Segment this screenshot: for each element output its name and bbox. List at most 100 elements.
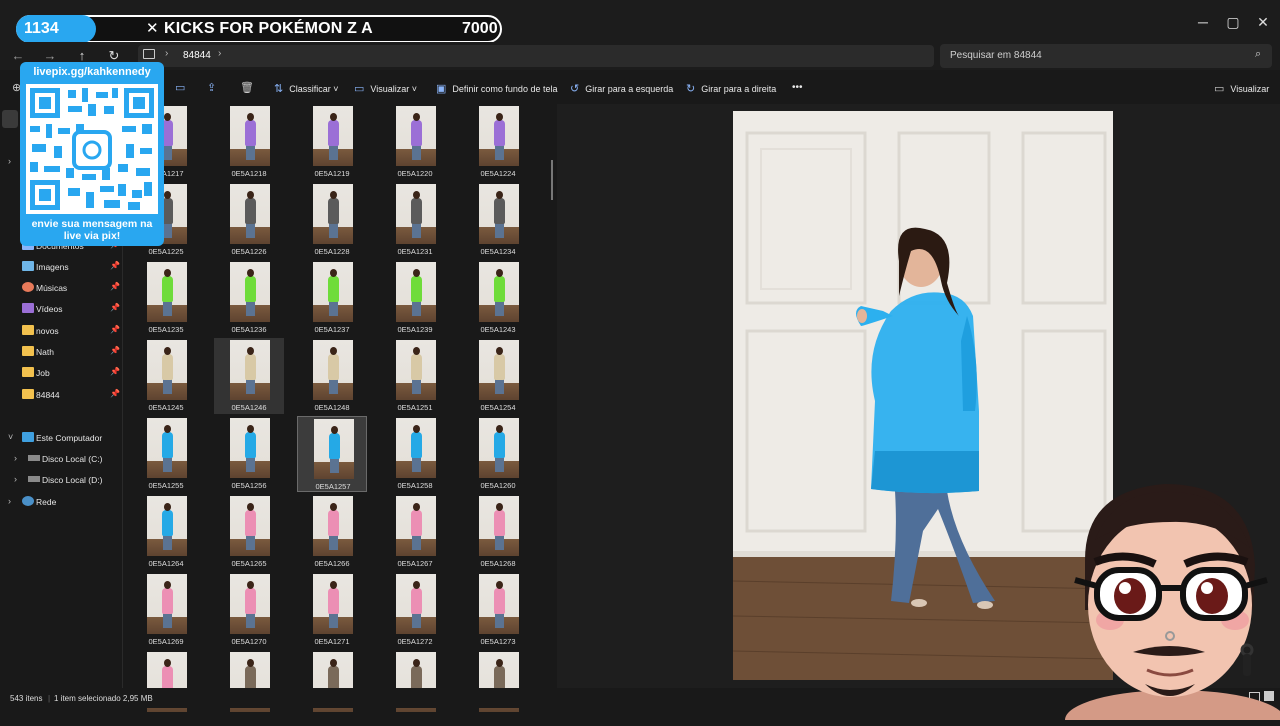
trash-icon[interactable]: 🗑 (240, 81, 254, 94)
set-wallpaper-button[interactable]: ▣ Definir como fundo de tela (436, 82, 557, 95)
pin-icon: 📌 (110, 261, 120, 270)
file-name: 0E5A1251 (397, 403, 433, 412)
file-name: 0E5A1255 (148, 481, 184, 490)
music-icon (22, 282, 34, 292)
thumbnail-image (313, 574, 353, 634)
file-tile[interactable]: 0E5A1231 (380, 182, 450, 258)
thumbnail-image (230, 184, 270, 244)
sidebar-item-drive-d[interactable]: › Disco Local (D:) (0, 470, 122, 490)
sidebar-item-drive-c[interactable]: › Disco Local (C:) (0, 449, 122, 469)
sidebar-item-imagens[interactable]: Imagens 📌 (0, 257, 122, 277)
file-tile[interactable]: 0E5A1264 (131, 494, 201, 570)
file-tile[interactable]: 0E5A1251 (380, 338, 450, 414)
stream-goal-amount: 7000 (462, 20, 498, 37)
expand-icon[interactable]: › (14, 453, 17, 463)
sidebar-item-label: Músicas (36, 283, 68, 293)
file-tile[interactable]: 0E5A1243 (463, 260, 533, 336)
folder-icon (22, 346, 34, 356)
thumbnail-image (396, 496, 436, 556)
file-tile[interactable]: 0E5A1256 (214, 416, 284, 492)
file-tile[interactable]: 0E5A1265 (214, 494, 284, 570)
pin-icon: 📌 (110, 282, 120, 291)
file-name: 0E5A1225 (148, 247, 184, 256)
file-tile[interactable]: 0E5A1270 (214, 572, 284, 648)
more-options-button[interactable]: ••• (792, 82, 803, 93)
file-tile[interactable]: 0E5A1257 (297, 416, 367, 492)
close-window-button[interactable]: ✕ (1240, 12, 1280, 32)
file-tile[interactable]: 0E5A1267 (380, 494, 450, 570)
sidebar-item-network[interactable]: › Rede (0, 492, 122, 512)
thumbnail-image (147, 418, 187, 478)
sidebar-item-job[interactable]: Job 📌 (0, 363, 122, 383)
stream-counter: 1134 (16, 15, 96, 43)
thumbnail-image (479, 574, 519, 634)
rotate-right-button[interactable]: ↻ Girar para a direita (686, 82, 776, 95)
file-tile[interactable]: 0E5A1236 (214, 260, 284, 336)
file-name: 0E5A1257 (315, 482, 351, 491)
pin-icon: 📌 (110, 389, 120, 398)
file-tile[interactable]: 0E5A1269 (131, 572, 201, 648)
thumbnail-image (230, 262, 270, 322)
thumbnail-image (396, 262, 436, 322)
donation-message: envie sua mensagem na live via pix! (31, 218, 153, 242)
preview-pane-button[interactable]: ▭ Visualizar (1214, 82, 1269, 95)
file-name: 0E5A1272 (397, 637, 433, 646)
file-tile[interactable]: 0E5A1266 (297, 494, 367, 570)
set-wallpaper-label: Definir como fundo de tela (452, 84, 558, 94)
file-tile[interactable]: 0E5A1254 (463, 338, 533, 414)
file-name: 0E5A1228 (314, 247, 350, 256)
close-tab-icon[interactable]: ✕ (146, 19, 159, 37)
file-tile[interactable]: 0E5A1218 (214, 104, 284, 180)
expand-icon[interactable]: › (14, 474, 17, 484)
sidebar-item-novos[interactable]: novos 📌 (0, 321, 122, 341)
sidebar-item-label: Imagens (36, 262, 69, 272)
chevron-right-icon[interactable]: › (218, 48, 221, 59)
sidebar-item-m-sicas[interactable]: Músicas 📌 (0, 278, 122, 298)
sidebar-item-v-deos[interactable]: Vídeos 📌 (0, 299, 122, 319)
home-item[interactable] (2, 110, 18, 128)
file-tile[interactable]: 0E5A1260 (463, 416, 533, 492)
breadcrumb[interactable] (138, 45, 934, 67)
grid-scrollbar[interactable] (551, 160, 553, 200)
file-tile[interactable]: 0E5A1224 (463, 104, 533, 180)
sort-button[interactable]: ⇅ Classificar ˅ (274, 82, 339, 95)
preview-label: Visualizar (1230, 84, 1270, 94)
rotate-left-button[interactable]: ↺ Girar para a esquerda (570, 82, 673, 95)
file-tile[interactable]: 0E5A1234 (463, 182, 533, 258)
file-tile[interactable]: 0E5A1245 (131, 338, 201, 414)
file-tile[interactable]: 0E5A1228 (297, 182, 367, 258)
collapse-icon[interactable]: ˅ (8, 432, 13, 442)
file-tile[interactable]: 0E5A1239 (380, 260, 450, 336)
thumbnail-image (147, 262, 187, 322)
thumbnail-image (230, 496, 270, 556)
file-tile[interactable]: 0E5A1246 (214, 338, 284, 414)
file-tile[interactable]: 0E5A1226 (214, 182, 284, 258)
thumbnail-image (313, 340, 353, 400)
file-tile[interactable]: 0E5A1237 (297, 260, 367, 336)
file-tile[interactable]: 0E5A1272 (380, 572, 450, 648)
file-tile[interactable]: 0E5A1271 (297, 572, 367, 648)
file-tile[interactable]: 0E5A1273 (463, 572, 533, 648)
sidebar-item-84844[interactable]: 84844 📌 (0, 385, 122, 405)
sidebar-item-this-pc[interactable]: ˅ Este Computador (0, 428, 122, 448)
file-tile[interactable]: 0E5A1258 (380, 416, 450, 492)
file-tile[interactable]: 0E5A1248 (297, 338, 367, 414)
rename-icon[interactable]: ▭ (175, 81, 185, 94)
file-tile[interactable]: 0E5A1235 (131, 260, 201, 336)
sidebar-item-nath[interactable]: Nath 📌 (0, 342, 122, 362)
share-icon[interactable]: ⇪ (207, 81, 216, 94)
file-tile[interactable]: 0E5A1219 (297, 104, 367, 180)
view-button[interactable]: ▭ Visualizar ˅ (354, 82, 417, 95)
expand-icon[interactable]: › (8, 496, 11, 506)
file-tile[interactable]: 0E5A1255 (131, 416, 201, 492)
breadcrumb-folder[interactable]: 84844 (183, 50, 211, 61)
file-tile[interactable]: 0E5A1220 (380, 104, 450, 180)
folder-icon (22, 367, 34, 377)
expand-icon[interactable]: › (8, 156, 11, 166)
thumbnail-image (230, 340, 270, 400)
thumbnail-image (314, 419, 354, 479)
search-icon[interactable]: ⌕ (1255, 48, 1261, 61)
item-count: 543 itens (10, 694, 43, 703)
file-tile[interactable]: 0E5A1268 (463, 494, 533, 570)
rotate-left-label: Girar para a esquerda (585, 84, 674, 94)
